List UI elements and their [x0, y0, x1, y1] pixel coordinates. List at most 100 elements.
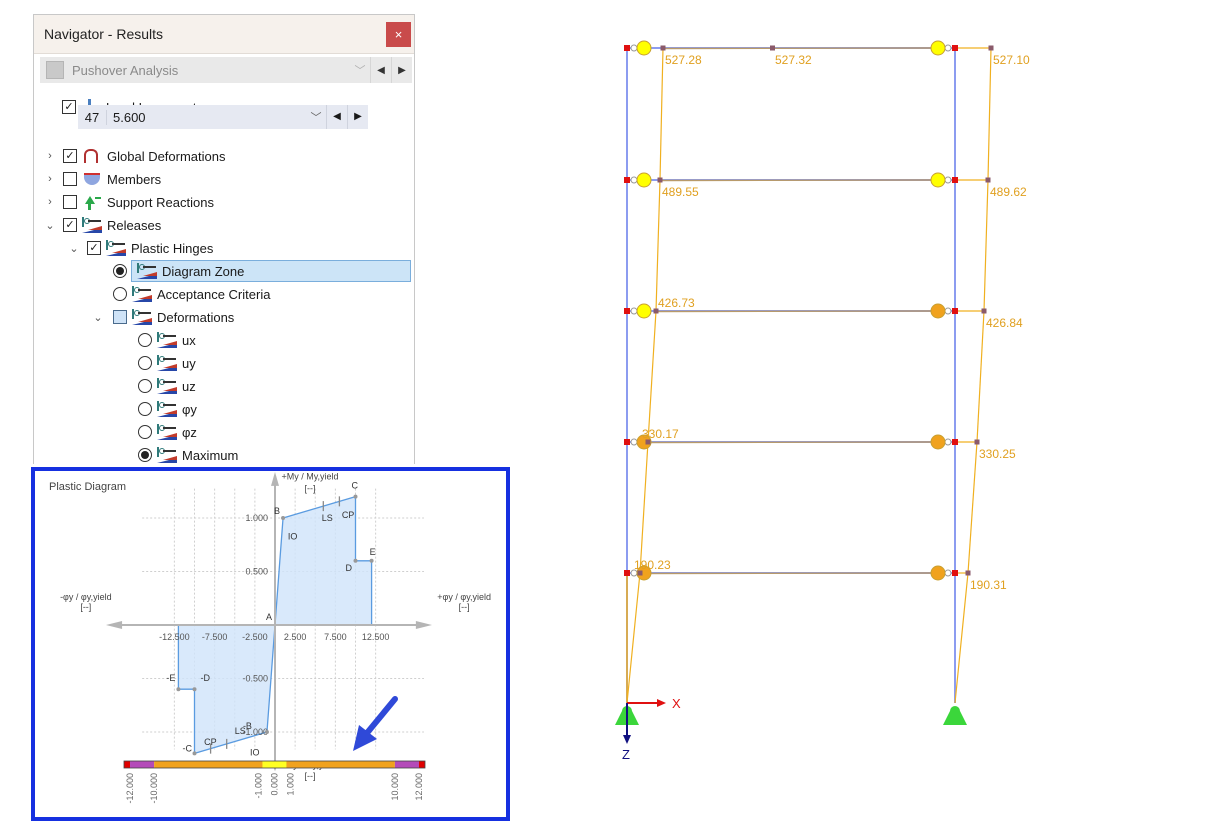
expand-icon[interactable]: ›	[43, 173, 57, 185]
release-icon	[82, 217, 102, 233]
tree-item-ux[interactable]: ux	[138, 329, 196, 351]
tree-label: Maximum	[182, 447, 239, 463]
tree-label: φy	[182, 401, 197, 417]
release-icon	[132, 309, 152, 325]
curve-point	[369, 558, 374, 563]
tree-item-members[interactable]: › Members	[43, 168, 161, 190]
y-axis-arrow-up	[271, 471, 279, 486]
collapse-icon[interactable]: ⌄	[43, 219, 57, 232]
next-button[interactable]: ▶	[391, 57, 412, 83]
load-increment-checkbox[interactable]: ✓	[62, 100, 76, 114]
tree-item-uy[interactable]: uy	[138, 352, 196, 374]
plastic-diagram-chart: -12.500 -7.500 -2.500 2.500 7.500 12.500 1.000…	[60, 471, 491, 803]
tree-item-maximum[interactable]: Maximum	[138, 444, 238, 466]
releases-checkbox[interactable]: ✓	[63, 218, 77, 232]
expand-icon[interactable]: ›	[43, 150, 57, 162]
y-tick-label: -0.500	[242, 674, 268, 684]
criteria-label-ls-neg: LS	[235, 726, 246, 736]
tree-item-plastic-hinges[interactable]: ⌄ ✓ Plastic Hinges	[67, 237, 213, 259]
global-deformation-icon	[82, 148, 102, 164]
global-deformations-checkbox[interactable]: ✓	[63, 149, 77, 163]
tree-label: uz	[182, 378, 196, 394]
tree-item-diagram-zone[interactable]: Diagram Zone	[113, 260, 411, 282]
curve-point-label: -E	[166, 673, 175, 683]
tree-label: Global Deformations	[107, 148, 226, 164]
chevron-down-icon[interactable]: ﹀	[350, 62, 370, 78]
x-axis-title-negative: -φy / φy,yield	[60, 592, 112, 602]
tree-label: uy	[182, 355, 196, 371]
criteria-label-ls: LS	[322, 513, 333, 523]
tree-item-global-deformations[interactable]: › ✓ Global Deformations	[43, 145, 226, 167]
release-icon	[106, 240, 126, 256]
release-icon	[132, 286, 152, 302]
tree-item-acceptance-criteria[interactable]: Acceptance Criteria	[113, 283, 270, 305]
x-tick-label: -7.500	[202, 632, 228, 642]
color-scale-segment	[130, 761, 155, 768]
previous-button[interactable]: ◀	[370, 57, 391, 83]
tree-item-uz[interactable]: uz	[138, 375, 196, 397]
y-axis-unit-negative: [--]	[305, 771, 316, 781]
close-button[interactable]: ×	[386, 22, 411, 47]
curve-point-label: A	[266, 612, 272, 622]
color-scale-label: -1.000	[253, 773, 263, 799]
release-icon	[157, 401, 177, 417]
x-tick-label: 12.500	[362, 632, 390, 642]
analysis-combo[interactable]: Pushover Analysis ﹀ ◀ ▶	[40, 57, 412, 83]
curve-point	[264, 730, 269, 734]
x-axis-unit-positive: [--]	[459, 602, 470, 612]
uz-radio[interactable]	[138, 379, 152, 393]
color-scale-segment	[286, 761, 395, 768]
expand-icon[interactable]: ›	[43, 196, 57, 208]
deformations-checkbox[interactable]	[113, 310, 127, 324]
phi-y-radio[interactable]	[138, 402, 152, 416]
phi-z-radio[interactable]	[138, 425, 152, 439]
curve-point	[192, 687, 197, 692]
color-scale-segment	[262, 761, 287, 768]
color-scale-segment	[124, 761, 131, 768]
chevron-down-icon[interactable]: ﹀	[306, 109, 326, 125]
release-icon	[157, 332, 177, 348]
members-icon	[82, 171, 102, 187]
y-axis-unit-positive: [--]	[305, 483, 316, 493]
plastic-hinges-checkbox[interactable]: ✓	[87, 241, 101, 255]
selected-row-highlight: Diagram Zone	[131, 260, 411, 282]
tree-label: Diagram Zone	[162, 263, 245, 279]
increment-next-button[interactable]: ▶	[347, 105, 368, 129]
plastic-diagram-panel: Plastic Diagram -12.500 -7.500 -2.500 2.500…	[31, 467, 510, 821]
collapse-icon[interactable]: ⌄	[91, 311, 105, 324]
color-scale-segment	[418, 761, 425, 768]
support-reactions-icon	[82, 194, 102, 210]
tree-item-support-reactions[interactable]: › Support Reactions	[43, 191, 214, 213]
color-scale-label: 12.000	[414, 773, 424, 801]
navigator-title: Navigator - Results	[44, 26, 164, 42]
members-checkbox[interactable]	[63, 172, 77, 186]
tree-item-phi-z[interactable]: φz	[138, 421, 197, 443]
curve-point-label: B	[274, 506, 280, 516]
x-axis-arrow-left	[105, 621, 123, 629]
load-increment-select[interactable]: 47 5.600 ﹀ ◀ ▶	[78, 105, 368, 129]
curve-point-label: -C	[183, 743, 193, 753]
tree-item-releases[interactable]: ⌄ ✓ Releases	[43, 214, 161, 236]
color-scale-label: 10.000	[390, 773, 400, 801]
tree-label: Members	[107, 171, 162, 187]
collapse-icon[interactable]: ⌄	[67, 242, 81, 255]
release-icon	[137, 263, 157, 279]
x-tick-label: -12.500	[159, 632, 190, 642]
y-tick-label: 1.000	[245, 513, 268, 523]
curve-point	[281, 516, 286, 520]
increment-previous-button[interactable]: ◀	[326, 105, 347, 129]
model-viewport[interactable]	[600, 20, 1060, 780]
uy-radio[interactable]	[138, 356, 152, 370]
diagram-zone-radio[interactable]	[113, 264, 127, 278]
tree-item-phi-y[interactable]: φy	[138, 398, 197, 420]
tree-label: Acceptance Criteria	[157, 286, 271, 302]
support-reactions-checkbox[interactable]	[63, 195, 77, 209]
ux-radio[interactable]	[138, 333, 152, 347]
color-scale-segment	[154, 761, 263, 768]
release-icon	[157, 378, 177, 394]
maximum-radio[interactable]	[138, 448, 152, 462]
tree-item-deformations[interactable]: ⌄ Deformations	[91, 306, 234, 328]
acceptance-criteria-radio[interactable]	[113, 287, 127, 301]
load-increment-value: 5.600	[113, 109, 146, 125]
tree-label: φz	[182, 424, 197, 440]
